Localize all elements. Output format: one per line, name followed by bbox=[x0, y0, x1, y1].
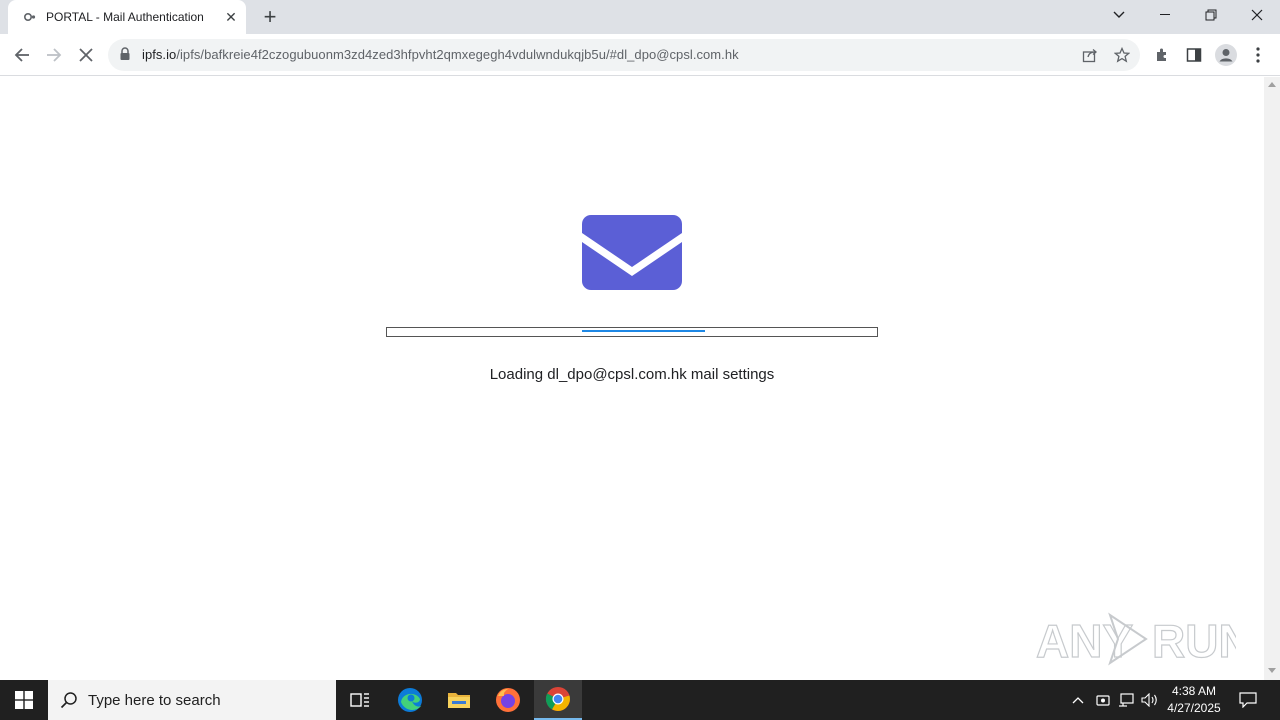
bookmark-star-icon[interactable] bbox=[1112, 45, 1132, 65]
volume-icon[interactable] bbox=[1140, 690, 1160, 710]
notifications-icon[interactable] bbox=[1238, 690, 1258, 710]
clock-date: 4/27/2025 bbox=[1167, 701, 1221, 715]
envelope-icon bbox=[582, 215, 682, 290]
profile-avatar[interactable] bbox=[1212, 41, 1240, 69]
chrome-taskbar-button[interactable] bbox=[534, 680, 582, 720]
clock-time: 4:38 AM bbox=[1171, 684, 1217, 698]
back-button[interactable] bbox=[8, 41, 36, 69]
loading-progress-fill bbox=[582, 330, 705, 332]
url-path: /ipfs/bafkreie4f2czogubuonm3zd4zed3hfpvh… bbox=[176, 47, 739, 62]
search-placeholder: Type here to search bbox=[88, 691, 221, 709]
watermark-text-left: ANY bbox=[1036, 615, 1133, 667]
chrome-icon bbox=[545, 687, 570, 711]
forward-button[interactable] bbox=[40, 41, 68, 69]
minimize-button[interactable] bbox=[1142, 0, 1188, 30]
menu-kebab-icon[interactable] bbox=[1244, 41, 1272, 69]
stop-loading-button[interactable] bbox=[72, 41, 100, 69]
windows-taskbar: Type here to search 4:38 AM 4/27/2025 bbox=[0, 680, 1280, 720]
vertical-scrollbar[interactable] bbox=[1264, 77, 1280, 680]
url-text: ipfs.io/ipfs/bafkreie4f2czogubuonm3zd4ze… bbox=[142, 47, 739, 62]
edge-taskbar-button[interactable] bbox=[386, 680, 434, 720]
windows-logo-icon bbox=[15, 691, 33, 709]
firefox-icon bbox=[496, 688, 520, 712]
lock-icon bbox=[120, 47, 130, 66]
task-view-icon bbox=[350, 693, 369, 707]
tab-title: PORTAL - Mail Authentication bbox=[46, 10, 204, 24]
file-explorer-taskbar-button[interactable] bbox=[435, 680, 483, 720]
tab-search-icon[interactable] bbox=[1096, 0, 1142, 30]
extensions-icon[interactable] bbox=[1148, 41, 1176, 69]
network-icon[interactable] bbox=[1116, 690, 1136, 710]
anyrun-watermark: ANY RUN bbox=[1036, 612, 1236, 668]
address-bar[interactable]: ipfs.io/ipfs/bafkreie4f2czogubuonm3zd4ze… bbox=[108, 39, 1140, 71]
page-content: Loading dl_dpo@cpsl.com.hk mail settings… bbox=[0, 77, 1264, 680]
scroll-up-arrow[interactable] bbox=[1268, 82, 1276, 87]
url-host: ipfs.io bbox=[142, 47, 177, 62]
tab-strip: PORTAL - Mail Authentication ✕ + bbox=[0, 0, 1280, 34]
browser-toolbar: ipfs.io/ipfs/bafkreie4f2czogubuonm3zd4ze… bbox=[0, 34, 1280, 76]
side-panel-icon[interactable] bbox=[1180, 41, 1208, 69]
loading-progress-bar bbox=[386, 327, 878, 337]
envelope-body bbox=[582, 215, 682, 290]
close-window-button[interactable] bbox=[1234, 0, 1280, 30]
taskbar-clock[interactable]: 4:38 AM 4/27/2025 bbox=[1160, 683, 1228, 717]
favicon-icon bbox=[22, 9, 38, 25]
start-button[interactable] bbox=[0, 680, 48, 720]
close-tab-icon[interactable]: ✕ bbox=[222, 8, 240, 26]
meet-now-icon[interactable] bbox=[1093, 690, 1113, 710]
folder-icon bbox=[448, 693, 470, 708]
restore-button[interactable] bbox=[1188, 0, 1234, 30]
browser-tab[interactable]: PORTAL - Mail Authentication ✕ bbox=[8, 0, 246, 34]
show-hidden-icons-icon[interactable] bbox=[1068, 690, 1088, 710]
firefox-taskbar-button[interactable] bbox=[484, 680, 532, 720]
task-view-button[interactable] bbox=[336, 680, 384, 720]
watermark-text-right: RUN bbox=[1152, 615, 1236, 667]
new-tab-button[interactable]: + bbox=[258, 4, 282, 29]
scroll-down-arrow[interactable] bbox=[1268, 668, 1276, 673]
share-icon[interactable] bbox=[1080, 45, 1100, 65]
loading-message: Loading dl_dpo@cpsl.com.hk mail settings bbox=[489, 366, 775, 383]
edge-icon bbox=[398, 688, 422, 712]
taskbar-search-box[interactable]: Type here to search bbox=[48, 680, 336, 720]
search-icon bbox=[60, 692, 77, 709]
